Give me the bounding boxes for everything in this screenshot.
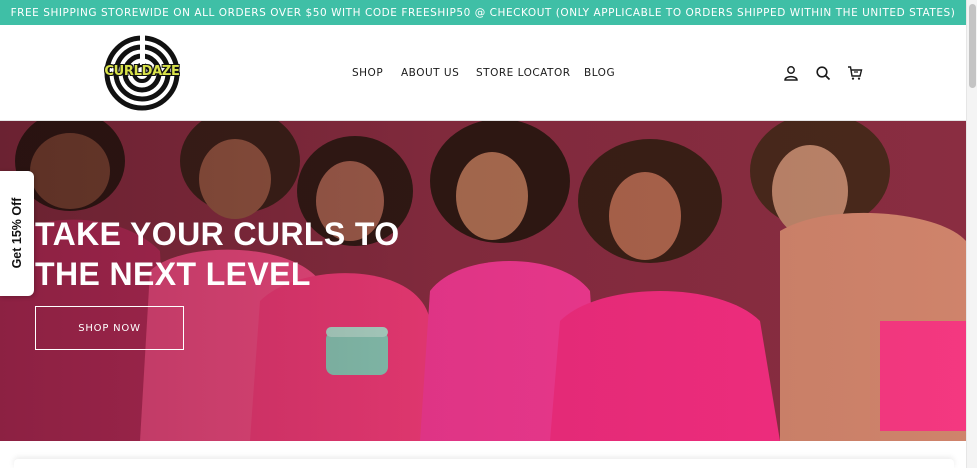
scrollbar[interactable] [966, 0, 977, 468]
search-icon[interactable] [815, 65, 831, 81]
hero-headline-line2: THE NEXT LEVEL [35, 256, 311, 292]
nav-shop[interactable]: SHOP [352, 67, 383, 79]
nav-about-us[interactable]: ABOUT US [401, 67, 459, 79]
scrollbar-thumb[interactable] [969, 4, 976, 88]
brand-logo[interactable]: CURLDAZE [104, 35, 180, 111]
discount-tab-label: Get 15% Off [10, 197, 24, 269]
nav-blog[interactable]: BLOG [584, 67, 615, 79]
shop-now-button[interactable]: SHOP NOW [35, 306, 184, 350]
discount-tab[interactable]: Get 15% Off [0, 171, 34, 296]
cart-icon[interactable] [847, 65, 863, 81]
account-icon[interactable] [783, 65, 799, 81]
content-card-edge [14, 459, 954, 468]
site-header: CURLDAZE SHOP ABOUT US STORE LOCATOR BLO… [0, 25, 966, 121]
hero-headline-line1: TAKE YOUR CURLS TO [35, 216, 400, 252]
page: FREE SHIPPING STOREWIDE ON ALL ORDERS OV… [0, 0, 977, 468]
logo-wordmark: CURLDAZE [104, 64, 180, 79]
announcement-text: FREE SHIPPING STOREWIDE ON ALL ORDERS OV… [10, 6, 956, 19]
hero-banner: TAKE YOUR CURLS TO THE NEXT LEVEL SHOP N… [0, 121, 966, 441]
hero-headline: TAKE YOUR CURLS TO THE NEXT LEVEL [35, 214, 435, 294]
announcement-bar: FREE SHIPPING STOREWIDE ON ALL ORDERS OV… [0, 0, 966, 25]
nav-store-locator[interactable]: STORE LOCATOR [476, 67, 571, 79]
